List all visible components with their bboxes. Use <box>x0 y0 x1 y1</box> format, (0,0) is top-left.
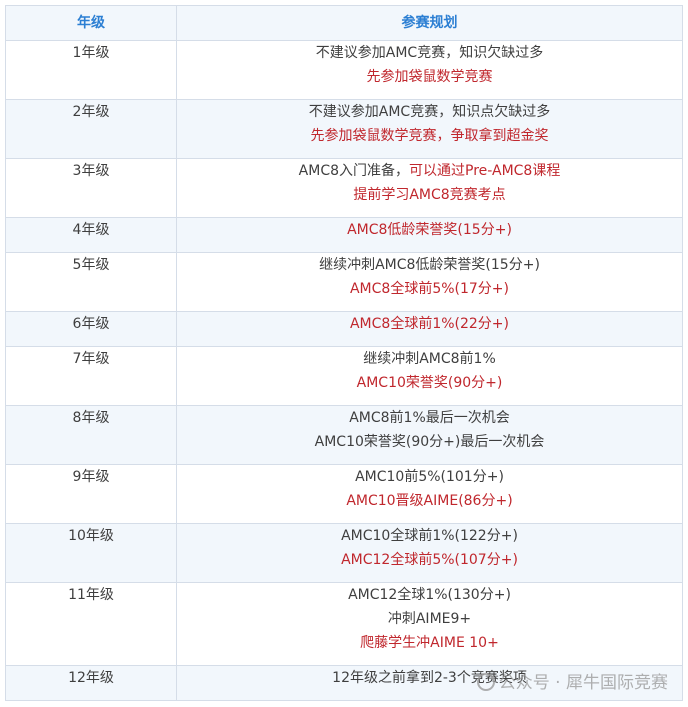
table-header-row: 年级 参赛规划 <box>5 5 683 41</box>
plan-text: AMC10前5%(101分+) <box>355 469 504 485</box>
plan-line: AMC8前1%最后一次机会 <box>177 406 682 430</box>
plan-highlight-text: 爬藤学生冲AIME 10+ <box>360 635 499 651</box>
grade-cell: 10年级 <box>5 523 177 583</box>
table-row: 11年级 AMC12全球1%(130分+) 冲刺AIME9+ 爬藤学生冲AIME 10… <box>5 582 683 666</box>
grade-cell: 3年级 <box>5 158 177 218</box>
plan-highlight-text: 先参加袋鼠数学竞赛，争取拿到超金奖 <box>310 128 549 144</box>
plan-text: 不建议参加AMC竞赛，知识点欠缺过多 <box>308 104 551 120</box>
plan-line: AMC12全球1%(130分+) <box>177 583 682 607</box>
wechat-icon <box>476 673 495 691</box>
plan-cell: AMC10全球前1%(122分+) AMC12全球前5%(107分+) <box>176 523 683 583</box>
table-row: 5年级 继续冲刺AMC8低龄荣誉奖(15分+) AMC8全球前5%(17分+) <box>5 252 683 312</box>
plan-text: 继续冲刺AMC8低龄荣誉奖(15分+) <box>319 257 540 273</box>
grade-cell: 8年级 <box>5 405 177 465</box>
plan-line: 继续冲刺AMC8低龄荣誉奖(15分+) <box>177 253 682 277</box>
plan-cell: 继续冲刺AMC8前1% AMC10荣誉奖(90分+) <box>176 346 683 406</box>
table-row: 1年级 不建议参加AMC竞赛，知识欠缺过多 先参加袋鼠数学竞赛 <box>5 40 683 100</box>
watermark-text: 公众号 · 犀牛国际竞赛 <box>498 673 668 693</box>
plan-line: AMC10前5%(101分+) <box>177 465 682 489</box>
plan-line: AMC8低龄荣誉奖(15分+) <box>177 218 682 242</box>
plan-line: AMC12全球前5%(107分+) <box>177 548 682 572</box>
plan-line: AMC10荣誉奖(90分+)最后一次机会 <box>177 430 682 454</box>
plan-highlight-text: AMC8全球前5%(17分+) <box>349 281 510 297</box>
plan-highlight-text: AMC8全球前1%(22分+) <box>349 316 510 332</box>
plan-cell: 不建议参加AMC竞赛，知识点欠缺过多 先参加袋鼠数学竞赛，争取拿到超金奖 <box>176 99 683 159</box>
plan-cell: 继续冲刺AMC8低龄荣誉奖(15分+) AMC8全球前5%(17分+) <box>176 252 683 312</box>
header-grade: 年级 <box>5 5 177 41</box>
plan-highlight-text: AMC10荣誉奖(90分+) <box>356 375 503 391</box>
grade-cell: 6年级 <box>5 311 177 347</box>
plan-highlight-text: AMC10晋级AIME(86分+) <box>346 493 513 509</box>
plan-line: 先参加袋鼠数学竞赛 <box>177 65 682 89</box>
plan-text: AMC8前1%最后一次机会 <box>349 410 510 426</box>
header-plan: 参赛规划 <box>176 5 683 41</box>
plan-highlight-text: 提前学习AMC8竞赛考点 <box>353 187 506 203</box>
grade-cell: 2年级 <box>5 99 177 159</box>
plan-highlight-text: AMC8低龄荣誉奖(15分+) <box>347 222 512 238</box>
grade-cell: 1年级 <box>5 40 177 100</box>
grade-cell: 12年级 <box>5 665 177 701</box>
grade-cell: 11年级 <box>5 582 177 666</box>
grade-cell: 5年级 <box>5 252 177 312</box>
plan-highlight-text: 可以通过Pre-AMC8课程 <box>409 163 561 179</box>
table-row: 8年级 AMC8前1%最后一次机会 AMC10荣誉奖(90分+)最后一次机会 <box>5 405 683 465</box>
table-row: 4年级 AMC8低龄荣誉奖(15分+) <box>5 217 683 253</box>
plan-line: 爬藤学生冲AIME 10+ <box>177 631 682 655</box>
plan-line: 不建议参加AMC竞赛，知识欠缺过多 <box>177 41 682 65</box>
plan-line: 不建议参加AMC竞赛，知识点欠缺过多 <box>177 100 682 124</box>
plan-line: AMC8全球前1%(22分+) <box>177 312 682 336</box>
grade-cell: 4年级 <box>5 217 177 253</box>
plan-line: 冲刺AIME9+ <box>177 607 682 631</box>
page: 年级 参赛规划 1年级 不建议参加AMC竞赛，知识欠缺过多 先参加袋鼠数学竞赛 2年级… <box>0 0 688 707</box>
plan-cell: AMC10前5%(101分+) AMC10晋级AIME(86分+) <box>176 464 683 524</box>
plan-text: 冲刺AIME9+ <box>387 611 472 627</box>
plan-highlight-text: AMC12全球前5%(107分+) <box>341 552 518 568</box>
watermark: 公众号 · 犀牛国际竞赛 <box>476 668 668 693</box>
table-row: 7年级 继续冲刺AMC8前1% AMC10荣誉奖(90分+) <box>5 346 683 406</box>
plan-cell: AMC8入门准备，可以通过Pre-AMC8课程提前学习AMC8竞赛考点 <box>176 158 683 218</box>
plan-cell: AMC12全球1%(130分+) 冲刺AIME9+ 爬藤学生冲AIME 10+ <box>176 582 683 666</box>
table-row: 9年级 AMC10前5%(101分+) AMC10晋级AIME(86分+) <box>5 464 683 524</box>
plan-highlight-text: 先参加袋鼠数学竞赛 <box>366 69 493 85</box>
table-row: 6年级 AMC8全球前1%(22分+) <box>5 311 683 347</box>
plan-line: AMC10全球前1%(122分+) <box>177 524 682 548</box>
table-row: 10年级 AMC10全球前1%(122分+) AMC12全球前5%(107分+) <box>5 523 683 583</box>
plan-line: AMC8全球前5%(17分+) <box>177 277 682 301</box>
plan-text: AMC12全球1%(130分+) <box>348 587 511 603</box>
plan-line: 提前学习AMC8竞赛考点 <box>177 183 682 207</box>
plan-text: 不建议参加AMC竞赛，知识欠缺过多 <box>315 45 544 61</box>
table-row: 2年级 不建议参加AMC竞赛，知识点欠缺过多 先参加袋鼠数学竞赛，争取拿到超金奖 <box>5 99 683 159</box>
plan-line: 先参加袋鼠数学竞赛，争取拿到超金奖 <box>177 124 682 148</box>
plan-text: 继续冲刺AMC8前1% <box>363 351 496 367</box>
plan-cell: 不建议参加AMC竞赛，知识欠缺过多 先参加袋鼠数学竞赛 <box>176 40 683 100</box>
grade-cell: 9年级 <box>5 464 177 524</box>
plan-line: AMC10晋级AIME(86分+) <box>177 489 682 513</box>
competition-plan-table: 年级 参赛规划 1年级 不建议参加AMC竞赛，知识欠缺过多 先参加袋鼠数学竞赛 2年级… <box>5 5 683 701</box>
plan-cell: AMC8前1%最后一次机会 AMC10荣誉奖(90分+)最后一次机会 <box>176 405 683 465</box>
grade-cell: 7年级 <box>5 346 177 406</box>
plan-text: AMC8入门准备， <box>298 163 409 179</box>
plan-text: AMC10荣誉奖(90分+)最后一次机会 <box>314 434 545 450</box>
plan-line: 继续冲刺AMC8前1% <box>177 347 682 371</box>
plan-line: AMC10荣誉奖(90分+) <box>177 371 682 395</box>
table-row: 3年级 AMC8入门准备，可以通过Pre-AMC8课程 提前学习AMC8竞赛考点 <box>5 158 683 218</box>
table-body: 1年级 不建议参加AMC竞赛，知识欠缺过多 先参加袋鼠数学竞赛 2年级 不建议参加AMC… <box>5 40 683 701</box>
plan-line: AMC8入门准备，可以通过Pre-AMC8课程 <box>177 159 682 183</box>
plan-text: AMC10全球前1%(122分+) <box>341 528 518 544</box>
plan-cell: AMC8低龄荣誉奖(15分+) <box>176 217 683 253</box>
plan-cell: AMC8全球前1%(22分+) <box>176 311 683 347</box>
